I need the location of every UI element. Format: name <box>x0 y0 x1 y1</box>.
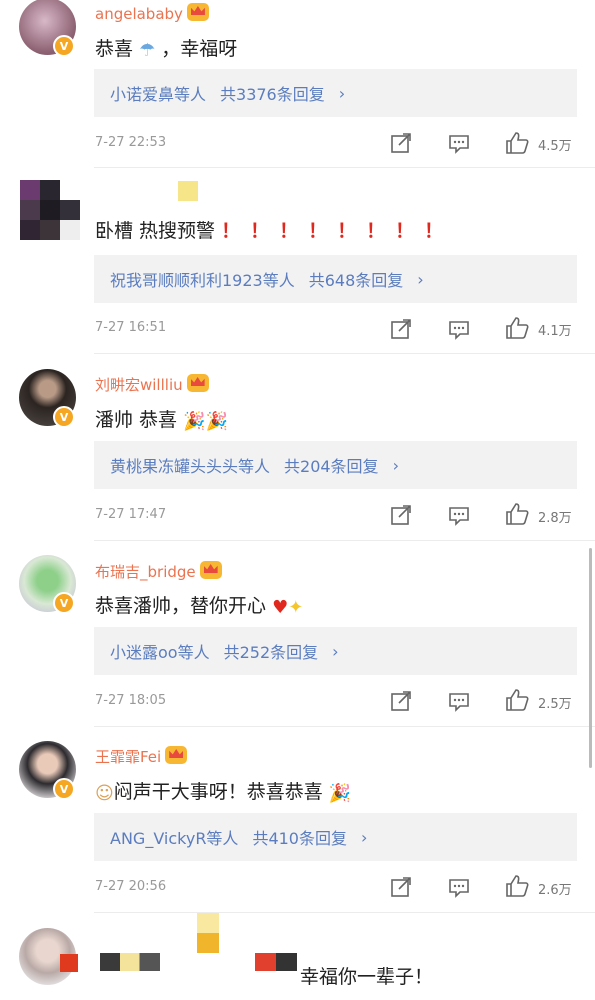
replies-box[interactable]: 小迷露oo等人 共252条回复 › <box>94 627 577 675</box>
username-redacted <box>100 953 160 971</box>
share-icon[interactable] <box>390 690 412 712</box>
verified-badge-icon: V <box>53 406 75 428</box>
comment-text-main: 潘帅 恭喜 <box>95 409 178 431</box>
comment-text-main: 恭喜潘帅，替你开心 <box>95 595 267 617</box>
like-icon[interactable] <box>505 131 529 155</box>
reply-count[interactable]: 共204条回复 <box>284 453 379 477</box>
divider <box>94 726 595 727</box>
cat-face-icon: ☺ <box>95 783 114 804</box>
crown-icon <box>186 3 209 21</box>
reply-users[interactable]: 祝我哥顺顺利利1923等人 <box>110 267 295 291</box>
verified-badge-icon: V <box>53 35 75 57</box>
username-text[interactable]: 王霏霏Fei <box>95 748 161 766</box>
like-count: 4.5万 <box>538 139 572 154</box>
comment-text-tail: ，幸福呀 <box>161 38 238 60</box>
username[interactable]: 王霏霏Fei <box>95 746 188 767</box>
reply-count[interactable]: 共410条回复 <box>252 825 347 849</box>
party-popper-icon: 🎉 <box>183 411 206 432</box>
comment-icon[interactable] <box>448 319 470 341</box>
reply-count[interactable]: 共252条回复 <box>224 639 319 663</box>
party-popper-icon: 🎉 <box>205 411 228 432</box>
share-icon[interactable] <box>390 876 412 898</box>
scrollbar[interactable] <box>589 548 592 768</box>
like-count: 2.8万 <box>538 511 572 526</box>
like-count: 2.5万 <box>538 697 572 712</box>
reply-users[interactable]: 黄桃果冻罐头头头等人 <box>110 453 270 477</box>
like-icon[interactable] <box>505 874 529 898</box>
chevron-right-icon: › <box>360 827 368 847</box>
heart-icon: ♥ <box>272 597 289 618</box>
divider <box>94 912 595 913</box>
chevron-right-icon: › <box>392 455 399 475</box>
timestamp: 7-27 16:51 <box>95 320 167 335</box>
crown-icon <box>165 746 188 764</box>
comment-icon[interactable] <box>448 877 470 899</box>
verified-badge-icon: V <box>53 778 75 800</box>
crown-icon <box>199 561 222 579</box>
comment-icon[interactable] <box>448 691 470 713</box>
username-text[interactable]: 布瑞吉_bridge <box>95 563 196 581</box>
comment-text: 恭喜潘帅，替你开心 ♥✦ <box>95 591 303 618</box>
comment-icon[interactable] <box>448 133 470 155</box>
comment-icon[interactable] <box>448 505 470 527</box>
like-count: 4.1万 <box>538 324 572 339</box>
divider <box>94 353 595 354</box>
username-text[interactable]: angelababy <box>95 5 183 23</box>
username[interactable]: 布瑞吉_bridge <box>95 561 222 582</box>
share-icon[interactable] <box>390 132 412 154</box>
verified-badge-redacted <box>60 954 78 972</box>
username-redacted <box>178 181 198 201</box>
like-icon[interactable] <box>505 502 529 526</box>
comment-text: 卧槽 热搜预警 ！！！！！！！！ <box>95 216 453 243</box>
chevron-right-icon: › <box>338 83 346 103</box>
verified-badge-icon: V <box>53 592 75 614</box>
reply-count[interactable]: 共3376条回复 <box>220 81 325 105</box>
rainbow-emoji-icon: ☂ <box>139 40 156 61</box>
warning-marks: ！！！！！！！！ <box>221 220 454 242</box>
timestamp: 7-27 22:53 <box>95 135 167 150</box>
chevron-right-icon: › <box>417 269 424 289</box>
comment-text: 恭喜 ☂ ，幸福呀 <box>95 34 237 61</box>
comment-text-main: 卧槽 热搜预警 <box>95 220 216 242</box>
comment-text-main: 恭喜 <box>95 38 134 60</box>
crown-icon <box>186 374 209 392</box>
comment-text: 潘帅 恭喜 🎉🎉 <box>95 405 228 432</box>
party-popper-icon: 🎉 <box>328 783 352 804</box>
replies-box[interactable]: 黄桃果冻罐头头头等人 共204条回复 › <box>94 441 577 489</box>
comment-text: ☺闷声干大事呀！恭喜恭喜 🎉 <box>95 777 351 804</box>
reply-users[interactable]: 小迷露oo等人 <box>110 639 210 663</box>
share-icon[interactable] <box>390 504 412 526</box>
divider <box>94 540 595 541</box>
like-icon[interactable] <box>505 316 529 340</box>
comment-text-main: 闷声干大事呀！恭喜恭喜 <box>113 781 323 803</box>
timestamp: 7-27 20:56 <box>95 879 167 894</box>
reply-users[interactable]: 小诺爱鼻等人 <box>110 81 206 105</box>
username[interactable]: angelababy <box>95 3 209 23</box>
replies-box[interactable]: 祝我哥顺顺利利1923等人 共648条回复 › <box>94 255 577 303</box>
comment-text: 幸福你一辈子！ <box>300 962 433 989</box>
username-text[interactable]: 刘畊宏willliu <box>95 376 183 394</box>
reply-users[interactable]: ANG_VickyR等人 <box>110 825 238 849</box>
timestamp: 7-27 18:05 <box>95 693 167 708</box>
share-icon[interactable] <box>390 318 412 340</box>
chevron-right-icon: › <box>332 641 339 661</box>
timestamp: 7-27 17:47 <box>95 507 167 522</box>
comment-text-main: 幸福你一辈子！ <box>300 966 434 988</box>
reply-count[interactable]: 共648条回复 <box>309 267 404 291</box>
username[interactable]: 刘畊宏willliu <box>95 374 209 395</box>
redaction-block <box>255 953 297 971</box>
sparkles-icon: ✦ <box>288 597 304 618</box>
avatar-redacted[interactable] <box>20 180 80 240</box>
like-count: 2.6万 <box>538 883 572 898</box>
like-icon[interactable] <box>505 688 529 712</box>
redaction-block <box>197 913 219 953</box>
replies-box[interactable]: 小诺爱鼻等人 共3376条回复 › <box>94 69 577 117</box>
divider <box>94 167 595 168</box>
replies-box[interactable]: ANG_VickyR等人 共410条回复 › <box>94 813 577 861</box>
